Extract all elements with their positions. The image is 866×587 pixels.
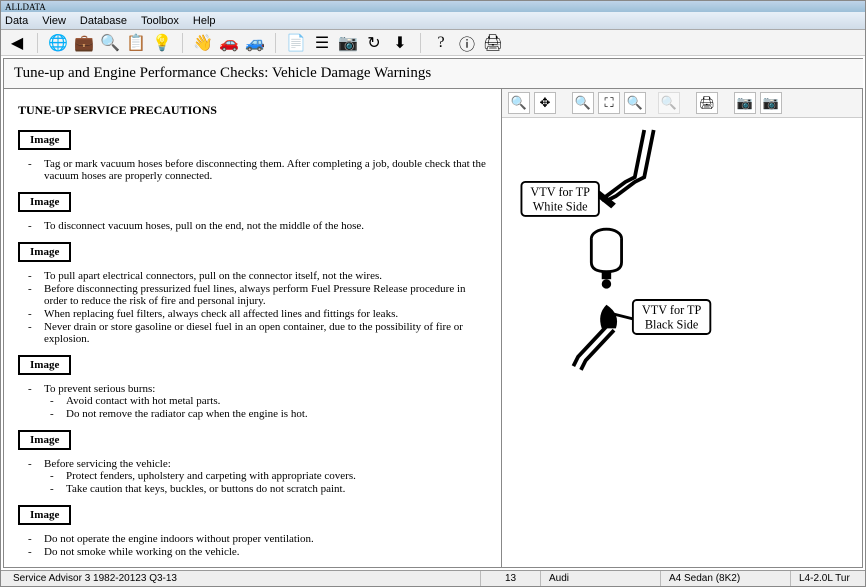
status-model: A4 Sedan (8K2) <box>661 571 791 586</box>
back-icon[interactable]: ◀ <box>7 33 27 53</box>
bullet-list: To prevent serious burns: Avoid contact … <box>36 383 487 420</box>
list-item: Do not smoke while working on the vehicl… <box>36 546 487 558</box>
image-button[interactable]: Image <box>18 505 71 525</box>
bullet-list: Before servicing the vehicle: Protect fe… <box>36 458 487 495</box>
status-version: Service Advisor 3 1982-20123 Q3-13 <box>5 571 481 586</box>
menubar: Data View Database Toolbox Help <box>1 12 865 30</box>
refresh-icon[interactable]: ↻ <box>364 33 384 53</box>
car-icon[interactable]: 🚙 <box>245 33 265 53</box>
camera2-icon[interactable]: 📷 <box>760 92 782 114</box>
list-item: Take caution that keys, buckles, or butt… <box>58 483 487 495</box>
list-icon[interactable]: 📄 <box>286 33 306 53</box>
camera-icon[interactable]: 📷 <box>338 33 358 53</box>
image-pane: 🔍 ✥ 🔍 ⛶ 🔍 🔍 🖨 📷 📷 <box>502 89 862 567</box>
separator <box>182 33 183 53</box>
image-button[interactable]: Image <box>18 430 71 450</box>
help-icon[interactable]: ? <box>431 33 451 53</box>
image-button[interactable]: Image <box>18 192 71 212</box>
vtv-diagram: VTV for TP White Side VTV for TP Black S… <box>512 128 852 566</box>
image-button[interactable]: Image <box>18 242 71 262</box>
list-item: To pull apart electrical connectors, pul… <box>36 270 487 282</box>
list-item: Never drain or store gasoline or diesel … <box>36 321 487 345</box>
status-num: 13 <box>481 571 541 586</box>
image-button[interactable]: Image <box>18 355 71 375</box>
zoom-out-icon[interactable]: 🔍 <box>624 92 646 114</box>
print-icon[interactable]: 🖨 <box>483 33 503 53</box>
hand-icon[interactable]: 👋 <box>193 33 213 53</box>
zoom-in-icon[interactable]: 🔍 <box>508 92 530 114</box>
globe-icon[interactable]: 🌐 <box>48 33 68 53</box>
diagram-view[interactable]: VTV for TP White Side VTV for TP Black S… <box>502 118 862 568</box>
tips-icon[interactable]: 💡 <box>152 33 172 53</box>
diagram-label: White Side <box>533 199 588 213</box>
menu-toolbox[interactable]: Toolbox <box>141 15 179 27</box>
zoom-fit-icon[interactable]: ⛶ <box>598 92 620 114</box>
section-heading: TUNE-UP SERVICE PRECAUTIONS <box>18 103 487 118</box>
breadcrumb-text: Tune-up and Engine Performance Checks: V… <box>14 65 431 81</box>
bullet-list: Do not operate the engine indoors withou… <box>36 533 487 558</box>
briefcase-icon[interactable]: 💼 <box>74 33 94 53</box>
menu-database[interactable]: Database <box>80 15 127 27</box>
menu-help[interactable]: Help <box>193 15 216 27</box>
separator <box>37 33 38 53</box>
print-image-icon[interactable]: 🖨 <box>696 92 718 114</box>
bullet-list: To disconnect vacuum hoses, pull on the … <box>36 220 487 232</box>
form-icon[interactable]: 📋 <box>126 33 146 53</box>
download-icon[interactable]: ⬇ <box>390 33 410 53</box>
zoom-disabled-icon: 🔍 <box>658 92 680 114</box>
diagram-label: Black Side <box>645 317 699 331</box>
window-title: ALLDATA <box>5 2 46 12</box>
status-engine: L4-2.0L Tur <box>791 571 861 586</box>
titlebar: ALLDATA <box>1 1 865 12</box>
diagram-label: VTV for TP <box>642 303 702 317</box>
list-item: Do not operate the engine indoors withou… <box>36 533 487 545</box>
list-item: Protect fenders, upholstery and carpetin… <box>58 470 487 482</box>
content-pane: TUNE-UP SERVICE PRECAUTIONS Image Tag or… <box>4 89 502 567</box>
menu-view[interactable]: View <box>42 15 66 27</box>
list-item: When replacing fuel filters, always chec… <box>36 308 487 320</box>
list-item: Before servicing the vehicle: Protect fe… <box>36 458 487 495</box>
statusbar: Service Advisor 3 1982-20123 Q3-13 13 Au… <box>1 570 865 586</box>
diagram-label: VTV for TP <box>530 185 590 199</box>
image-toolbar: 🔍 ✥ 🔍 ⛶ 🔍 🔍 🖨 📷 📷 <box>502 89 862 118</box>
info-icon[interactable]: ⓘ <box>457 33 477 53</box>
list-item: To disconnect vacuum hoses, pull on the … <box>36 220 487 232</box>
new-car-icon[interactable]: 🚗 <box>219 33 239 53</box>
zoom-area-icon[interactable]: 🔍 <box>572 92 594 114</box>
separator <box>420 33 421 53</box>
list-item: To prevent serious burns: Avoid contact … <box>36 383 487 420</box>
pan-icon[interactable]: ✥ <box>534 92 556 114</box>
list-item: Before disconnecting pressurized fuel li… <box>36 283 487 307</box>
list-item: Do not remove the radiator cap when the … <box>58 408 487 420</box>
bullet-list: To pull apart electrical connectors, pul… <box>36 270 487 345</box>
search-icon[interactable]: 🔍 <box>100 33 120 53</box>
list-item: Tag or mark vacuum hoses before disconne… <box>36 158 487 182</box>
lines-icon[interactable]: ☰ <box>312 33 332 53</box>
main-toolbar: ◀ 🌐 💼 🔍 📋 💡 👋 🚗 🚙 📄 ☰ 📷 ↻ ⬇ ? ⓘ 🖨 <box>1 30 865 56</box>
camera1-icon[interactable]: 📷 <box>734 92 756 114</box>
bullet-list: Tag or mark vacuum hoses before disconne… <box>36 158 487 182</box>
status-make: Audi <box>541 571 661 586</box>
breadcrumb: Tune-up and Engine Performance Checks: V… <box>3 58 863 89</box>
menu-data[interactable]: Data <box>5 15 28 27</box>
list-item: Avoid contact with hot metal parts. <box>58 395 487 407</box>
image-button[interactable]: Image <box>18 130 71 150</box>
separator <box>275 33 276 53</box>
